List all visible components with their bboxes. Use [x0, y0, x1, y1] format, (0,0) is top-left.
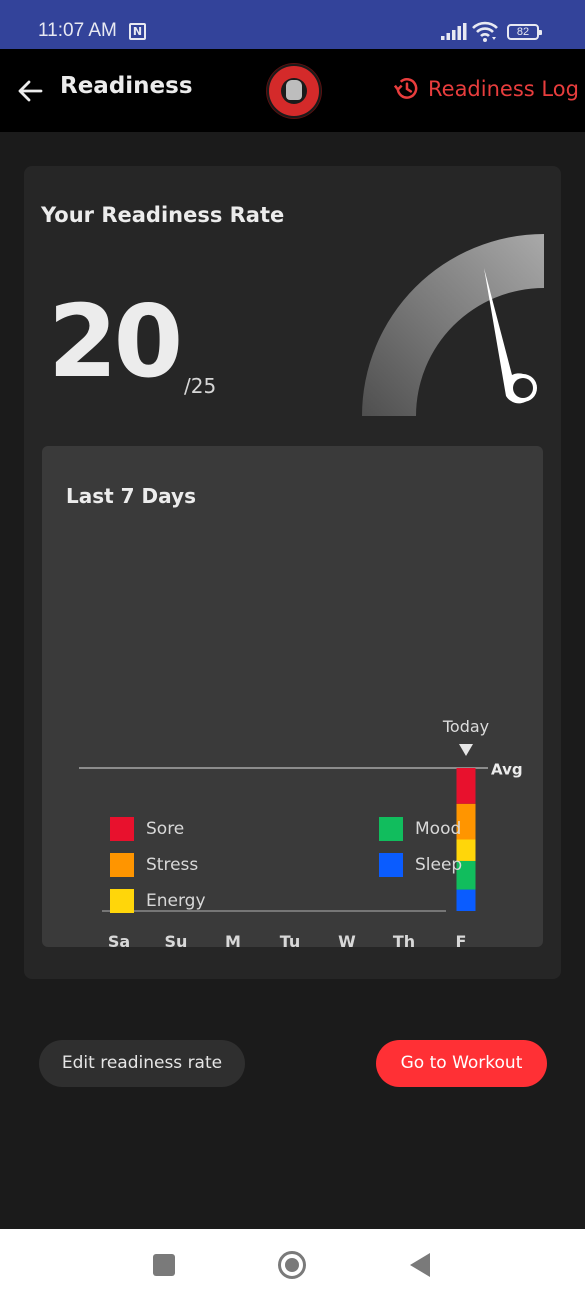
brand-logo	[267, 64, 321, 118]
recents-icon[interactable]	[153, 1254, 175, 1276]
fist-icon	[286, 80, 302, 100]
x-tick-label: Th	[393, 932, 415, 947]
battery-icon: 82	[507, 24, 542, 40]
legend-item-sore: Sore	[110, 817, 184, 841]
bar-segment-sore	[456, 768, 476, 804]
legend-label-sore: Sore	[146, 819, 185, 839]
legend-item-stress: Stress	[110, 853, 198, 877]
signal-icon	[441, 23, 467, 40]
legend-swatch-sleep	[379, 853, 403, 877]
nfc-icon: N	[129, 23, 146, 40]
legend-label-mood: Mood	[415, 819, 462, 839]
x-tick-label: F	[456, 932, 467, 947]
legend-swatch-mood	[379, 817, 403, 841]
legend-swatch-stress	[110, 853, 134, 877]
edit-readiness-button[interactable]: Edit readiness rate	[39, 1040, 245, 1087]
legend-label-energy: Energy	[146, 891, 206, 911]
legend-label-stress: Stress	[146, 855, 199, 875]
readiness-gauge	[362, 234, 544, 416]
x-tick-label: Sa	[108, 932, 130, 947]
readiness-card: Your Readiness Rate 20 /25 Last 7 Days A…	[24, 166, 561, 979]
legend-swatch-energy	[110, 889, 134, 913]
home-icon[interactable]	[278, 1251, 306, 1279]
wifi-icon	[472, 21, 498, 42]
back-triangle-icon[interactable]	[410, 1253, 430, 1277]
readiness-max: /25	[184, 374, 217, 398]
system-nav-bar	[0, 1229, 585, 1300]
x-tick-label: W	[338, 932, 356, 947]
app-bar: Readiness Readiness Log	[0, 49, 585, 132]
legend-item-energy: Energy	[110, 889, 206, 913]
readiness-log-label: Readiness Log	[428, 76, 579, 101]
readiness-title: Your Readiness Rate	[41, 203, 285, 227]
x-tick-label: M	[225, 932, 241, 947]
last-7-days-chart: Last 7 Days Avg Today Sa Su M Tu W Th F Sore S…	[42, 446, 543, 947]
legend-item-mood: Mood	[379, 817, 461, 841]
page-title: Readiness	[60, 73, 193, 99]
chart-legend: Sore Stress Energy Mood Sleep	[110, 817, 510, 917]
arrow-left-icon[interactable]	[16, 77, 44, 105]
legend-label-sleep: Sleep	[415, 855, 463, 875]
go-to-workout-button[interactable]: Go to Workout	[376, 1040, 547, 1087]
x-tick-label: Tu	[280, 932, 301, 947]
legend-item-sleep: Sleep	[379, 853, 462, 877]
avg-label: Avg	[491, 761, 523, 779]
x-tick-label: Su	[165, 932, 188, 947]
history-icon	[393, 78, 418, 99]
today-marker-icon	[459, 744, 473, 756]
status-bar: 11:07 AM N 82	[0, 0, 585, 49]
status-time: 11:07 AM	[38, 20, 117, 41]
readiness-score: 20	[48, 283, 183, 400]
readiness-log-button[interactable]: Readiness Log	[393, 75, 579, 102]
today-label: Today	[442, 717, 489, 736]
legend-swatch-sore	[110, 817, 134, 841]
